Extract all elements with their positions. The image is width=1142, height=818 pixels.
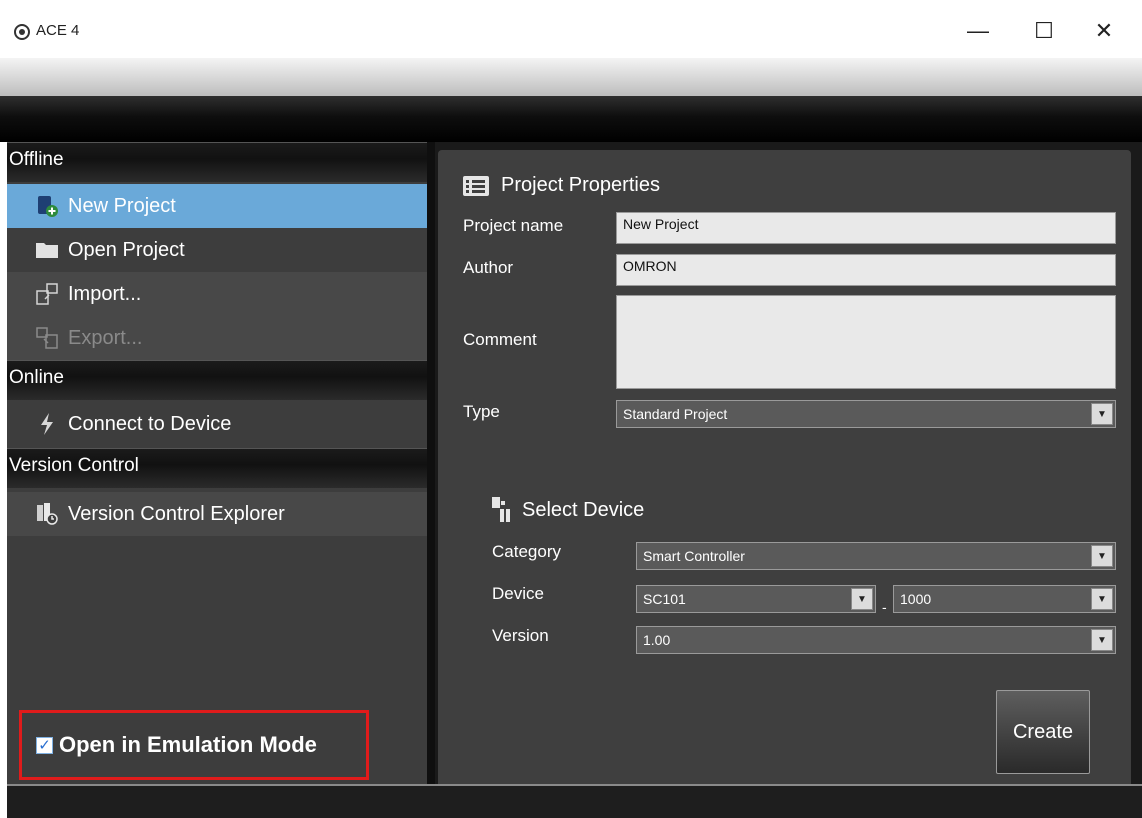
type-select-value: Standard Project [623,406,728,422]
emulation-mode-label: Open in Emulation Mode [59,732,317,757]
chevron-down-icon[interactable]: ▼ [1091,403,1113,425]
pane-divider[interactable] [427,142,435,784]
type-select[interactable]: Standard Project ▼ [616,400,1116,428]
sidebar-item-open-project[interactable]: Open Project [7,228,427,272]
version-control-icon [34,502,60,526]
sidebar-item-label: Export... [68,326,143,349]
sidebar-item-label: Version Control Explorer [68,502,285,525]
sidebar-item-export[interactable]: Export... [7,316,427,360]
device-label: Device [492,584,544,603]
close-button[interactable]: ✕ [1084,14,1124,48]
comment-field[interactable] [616,295,1116,389]
device-model-select[interactable]: 1000 ▼ [893,585,1116,613]
properties-list-icon [463,175,489,196]
device-model-select-value: 1000 [900,591,932,607]
select-device-heading: Select Device [492,497,644,523]
project-properties-panel: Project Properties Project name New Proj… [438,150,1131,784]
chevron-down-icon[interactable]: ▼ [1091,545,1113,567]
project-name-field[interactable]: New Project [616,212,1116,244]
folder-icon [34,238,60,262]
maximize-button[interactable]: ☐ [1024,14,1064,48]
new-project-icon [34,194,60,218]
sidebar-item-label: New Project [68,194,176,217]
device-select-value: SC101 [643,591,686,607]
sidebar-item-label: Open Project [68,238,185,261]
chevron-down-icon[interactable]: ▼ [1091,629,1113,651]
comment-label: Comment [463,330,537,349]
version-label: Version [492,626,549,645]
category-label: Category [492,542,561,561]
project-name-label: Project name [463,216,564,235]
main-area: Offline New Project Open Project Import.… [7,142,1142,784]
toolbar-band [0,96,1142,142]
select-device-title: Select Device [522,498,645,521]
device-separator: - [882,599,887,615]
device-select[interactable]: SC101 ▼ [636,585,876,613]
lightning-icon [34,412,60,436]
sidebar-item-import[interactable]: Import... [7,272,427,316]
version-select[interactable]: 1.00 ▼ [636,626,1116,654]
sidebar-item-label: Connect to Device [68,412,232,435]
emulation-mode-checkbox[interactable]: ✓ [36,736,53,754]
sidebar-item-new-project[interactable]: New Project [7,184,427,228]
category-select-value: Smart Controller [643,548,745,564]
create-button[interactable]: Create [996,690,1090,774]
sidebar-item-connect-to-device[interactable]: Connect to Device [7,402,427,446]
status-bar [7,784,1142,818]
sidebar-item-label: Import... [68,282,142,305]
project-properties-title: Project Properties [501,174,660,196]
window-title: ACE 4 [36,22,80,39]
export-icon [34,326,60,350]
ribbon-band [0,58,1142,96]
emulation-mode-option[interactable]: ✓ Open in Emulation Mode [19,710,369,780]
type-label: Type [463,402,500,421]
author-label: Author [463,258,514,277]
author-field[interactable]: OMRON [616,254,1116,286]
sidebar-item-version-control-explorer[interactable]: Version Control Explorer [7,492,427,536]
app-logo-icon [14,24,30,40]
title-bar: ACE 4 — ☐ ✕ [0,0,1142,58]
version-select-value: 1.00 [643,632,671,648]
chevron-down-icon[interactable]: ▼ [851,588,873,610]
device-icon [492,497,512,523]
sidebar: Offline New Project Open Project Import.… [7,142,427,784]
category-select[interactable]: Smart Controller ▼ [636,542,1116,570]
minimize-button[interactable]: — [958,14,998,48]
project-properties-heading: Project Properties [463,174,660,197]
chevron-down-icon[interactable]: ▼ [1091,588,1113,610]
section-header-version-control: Version Control [7,448,427,488]
import-icon [34,282,60,306]
section-header-offline: Offline [7,142,427,182]
section-header-online: Online [7,360,427,400]
